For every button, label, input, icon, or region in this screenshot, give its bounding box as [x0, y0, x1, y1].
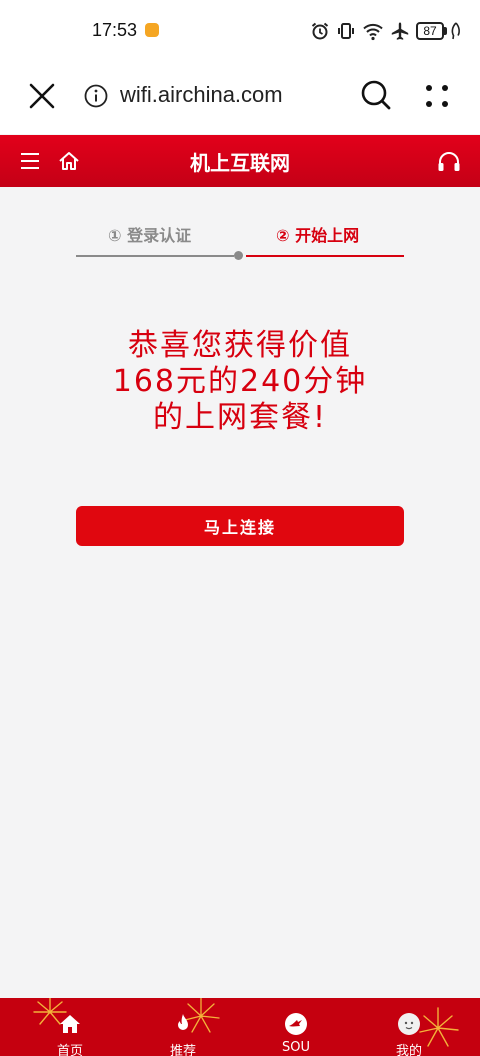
- status-bar: 17:53 87: [0, 0, 480, 62]
- wifi-icon: [363, 23, 383, 41]
- nav-item-mine[interactable]: 我的: [369, 998, 449, 1056]
- step-progress-line-current: [246, 255, 404, 257]
- congrats-line-1: 恭喜您获得价值: [128, 328, 352, 363]
- step-progress-dot: [234, 251, 243, 260]
- congratulations-message: 恭喜您获得价值 168元的240分钟 的上网套餐!: [40, 328, 440, 436]
- url-text[interactable]: wifi.airchina.com: [120, 82, 283, 108]
- nav-label-home: 首页: [56, 1044, 83, 1056]
- vibrate-icon: [338, 23, 354, 39]
- home-icon: [60, 1015, 80, 1033]
- step-start-browsing: ② 开始上网: [276, 226, 360, 245]
- connect-now-button[interactable]: 马上连接: [76, 506, 404, 546]
- nav-label-sou: SOU: [282, 1040, 310, 1055]
- nav-label-recommend: 推荐: [169, 1044, 196, 1056]
- more-options-icon[interactable]: [424, 83, 450, 109]
- status-time: 17:53: [92, 20, 138, 40]
- leaf-icon: [451, 22, 460, 40]
- step-progress-line-completed: [76, 255, 234, 257]
- step-login-auth: ① 登录认证: [108, 226, 192, 245]
- congrats-line-3: 的上网套餐!: [152, 400, 328, 435]
- nav-item-home[interactable]: 首页: [30, 998, 110, 1056]
- nav-label-mine: 我的: [395, 1044, 422, 1056]
- sou-icon: [285, 1013, 307, 1035]
- search-icon[interactable]: [360, 79, 392, 111]
- browser-address-bar: wifi.airchina.com: [0, 62, 480, 134]
- nav-item-sou[interactable]: SOU: [256, 998, 336, 1056]
- avatar-icon: [398, 1013, 420, 1035]
- headset-icon[interactable]: [437, 151, 461, 173]
- battery-indicator: 87: [416, 22, 447, 40]
- flame-icon: [178, 1014, 188, 1030]
- bottom-navigation: 首页 推荐 SOU 我的: [0, 998, 480, 1056]
- progress-steps: ① 登录认证 ② 开始上网: [76, 218, 404, 262]
- nav-item-recommend[interactable]: 推荐: [143, 998, 223, 1056]
- page-title: 机上互联网: [190, 151, 290, 175]
- info-icon[interactable]: [84, 84, 108, 108]
- status-icons: 87: [310, 20, 462, 42]
- notification-app-icon: [145, 23, 159, 37]
- app-header: 机上互联网: [0, 135, 480, 187]
- airplane-mode-icon: [391, 22, 409, 40]
- congrats-line-2: 168元的240分钟: [112, 364, 368, 399]
- close-icon[interactable]: [28, 82, 56, 110]
- alarm-icon: [311, 22, 329, 40]
